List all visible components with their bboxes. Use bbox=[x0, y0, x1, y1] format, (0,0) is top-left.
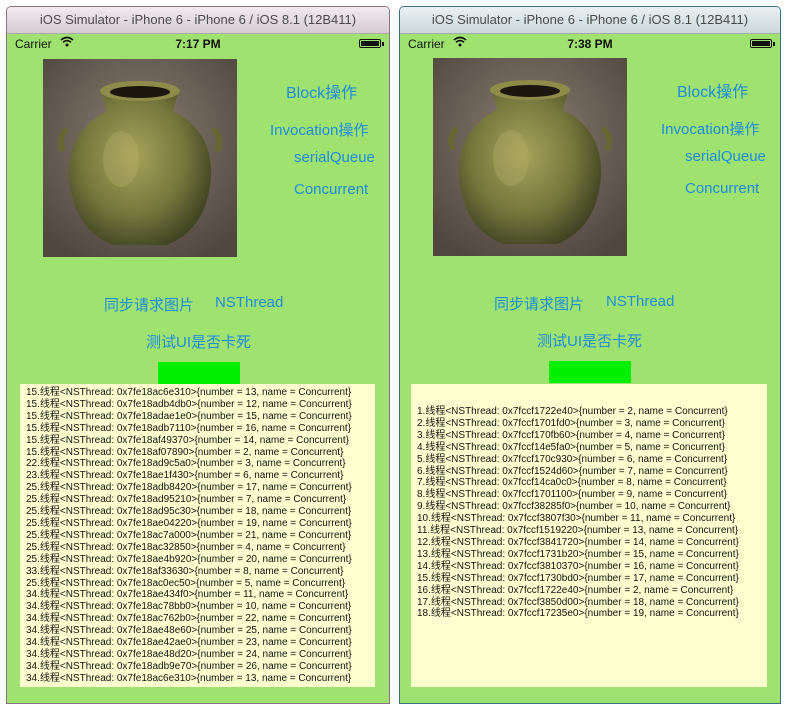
window-title: iOS Simulator - iPhone 6 - iPhone 6 / iO… bbox=[7, 7, 389, 34]
invocation-op-button[interactable]: Invocation操作 bbox=[661, 118, 759, 139]
nsthread-button[interactable]: NSThread bbox=[215, 294, 283, 311]
log-line: 25.线程<NSThread: 0x7fe18ac7a000>{number =… bbox=[26, 529, 352, 541]
log-line: 15.线程<NSThread: 0x7fe18af49370>{number =… bbox=[26, 434, 349, 446]
sync-image-request-button[interactable]: 同步请求图片 bbox=[494, 293, 584, 314]
log-line: 5.线程<NSThread: 0x7fccf170c930>{number = … bbox=[417, 453, 728, 465]
log-line: 11.线程<NSThread: 0x7fccf1519220>{number =… bbox=[417, 525, 739, 537]
invocation-op-button[interactable]: Invocation操作 bbox=[270, 119, 368, 140]
block-op-button[interactable]: Block操作 bbox=[286, 79, 357, 103]
log-line: 34.线程<NSThread: 0x7fe18ae48e60>{number =… bbox=[26, 625, 352, 637]
iphone-screen: Carrier 7:38 PM Block操作 Invocation操作 ser… bbox=[400, 34, 780, 703]
log-line: 2.线程<NSThread: 0x7fccf1701fd0>{number = … bbox=[417, 417, 725, 429]
battery-icon bbox=[750, 39, 775, 48]
log-line: 1.线程<NSThread: 0x7fccf1722e40>{number = … bbox=[417, 406, 728, 417]
log-line: 33.线程<NSThread: 0x7fe18af33630>{number =… bbox=[26, 565, 344, 577]
log-line: 34.线程<NSThread: 0x7fe18ae42ae0>{number =… bbox=[26, 637, 352, 649]
test-ui-frozen-button[interactable]: 测试UI是否卡死 bbox=[146, 331, 251, 352]
serial-queue-button[interactable]: serialQueue bbox=[294, 149, 375, 166]
status-bar: Carrier 7:38 PM bbox=[400, 34, 780, 54]
log-line: 6.线程<NSThread: 0x7fccf1524d60>{number = … bbox=[417, 465, 728, 477]
log-line: 25.线程<NSThread: 0x7fe18ac0ec50>{number =… bbox=[26, 577, 346, 589]
log-text-view[interactable]: 15.线程<NSThread: 0x7fe18ac6e310>{number =… bbox=[20, 384, 375, 687]
log-line: 34.线程<NSThread: 0x7fe18ae434f0>{number =… bbox=[26, 589, 349, 601]
serial-queue-button[interactable]: serialQueue bbox=[685, 148, 766, 165]
log-line: 16.线程<NSThread: 0x7fccf1722e40>{number =… bbox=[417, 584, 734, 596]
log-line: 15.线程<NSThread: 0x7fe18adb4db0>{number =… bbox=[26, 398, 352, 410]
simulator-window-right: iOS Simulator - iPhone 6 - iPhone 6 / iO… bbox=[399, 6, 781, 704]
log-line: 15.线程<NSThread: 0x7fe18adb7110>{number =… bbox=[26, 422, 352, 434]
log-line: 15.线程<NSThread: 0x7fccf1730bd0>{number =… bbox=[417, 572, 739, 584]
log-line: 25.线程<NSThread: 0x7fe18ad95210>{number =… bbox=[26, 494, 347, 506]
log-line: 18.线程<NSThread: 0x7fccf17235e0>{number =… bbox=[417, 608, 739, 620]
log-line: 4.线程<NSThread: 0x7fccf14e5fa0>{number = … bbox=[417, 441, 725, 453]
test-ui-frozen-button[interactable]: 测试UI是否卡死 bbox=[537, 330, 642, 351]
green-indicator-box bbox=[158, 362, 240, 384]
log-line: 25.线程<NSThread: 0x7fe18ad95c30>{number =… bbox=[26, 506, 352, 518]
status-bar: Carrier 7:17 PM bbox=[7, 34, 389, 54]
bronze-jar-photo bbox=[43, 59, 237, 257]
log-line: 22.线程<NSThread: 0x7fe18ad9c5a0>{number =… bbox=[26, 458, 346, 470]
log-text-view[interactable]: 1.线程<NSThread: 0x7fccf1722e40>{number = … bbox=[411, 384, 767, 687]
battery-icon bbox=[359, 39, 384, 48]
log-line: 34.线程<NSThread: 0x7fe18ac762b0>{number =… bbox=[26, 613, 352, 625]
log-line: 14.线程<NSThread: 0x7fccf3810370>{number =… bbox=[417, 560, 739, 572]
log-line: 34.线程<NSThread: 0x7fe18ac78bb0>{number =… bbox=[26, 601, 352, 613]
green-indicator-box bbox=[549, 361, 631, 383]
log-line: 23.线程<NSThread: 0x7fe18ae1f430>{number =… bbox=[26, 470, 344, 482]
log-line: 25.线程<NSThread: 0x7fe18ae4b920>{number =… bbox=[26, 553, 352, 565]
nsthread-button[interactable]: NSThread bbox=[606, 293, 674, 310]
sync-image-request-button[interactable]: 同步请求图片 bbox=[104, 294, 194, 315]
log-line: 13.线程<NSThread: 0x7fccf1731b20>{number =… bbox=[417, 548, 739, 560]
iphone-screen: Carrier 7:17 PM Block操作 Invocation操作 ser… bbox=[7, 34, 389, 703]
log-line: 15.线程<NSThread: 0x7fe18af07890>{number =… bbox=[26, 446, 344, 458]
log-line: 34.线程<NSThread: 0x7fe18adb9e70>{number =… bbox=[26, 660, 352, 672]
block-op-button[interactable]: Block操作 bbox=[677, 78, 748, 102]
log-line: 34.线程<NSThread: 0x7fe18ac6e310>{number =… bbox=[26, 672, 352, 684]
log-line: 3.线程<NSThread: 0x7fccf170fb60>{number = … bbox=[417, 429, 725, 441]
log-line: 34.线程<NSThread: 0x7fe18ae48d20>{number =… bbox=[26, 648, 352, 660]
bronze-jar-photo bbox=[433, 58, 627, 256]
log-line: 25.线程<NSThread: 0x7fe18adb8420>{number =… bbox=[26, 482, 352, 494]
status-time: 7:17 PM bbox=[175, 37, 221, 51]
status-time: 7:38 PM bbox=[567, 37, 613, 51]
log-line: 25.线程<NSThread: 0x7fe18ac32850>{number =… bbox=[26, 541, 346, 553]
log-line: 15.线程<NSThread: 0x7fe18ac6e310>{number =… bbox=[26, 387, 352, 398]
log-line: 8.线程<NSThread: 0x7fccf1701100>{number = … bbox=[417, 489, 727, 501]
window-title: iOS Simulator - iPhone 6 - iPhone 6 / iO… bbox=[400, 7, 780, 34]
simulator-window-left: iOS Simulator - iPhone 6 - iPhone 6 / iO… bbox=[6, 6, 390, 704]
log-line: 15.线程<NSThread: 0x7fe18adae1e0>{number =… bbox=[26, 410, 352, 422]
concurrent-button[interactable]: Concurrent bbox=[685, 180, 759, 197]
log-line: 7.线程<NSThread: 0x7fccf14ca0c0>{number = … bbox=[417, 477, 727, 489]
log-line: 12.线程<NSThread: 0x7fccf3841720>{number =… bbox=[417, 536, 739, 548]
log-line: 17.线程<NSThread: 0x7fccf3850d00>{number =… bbox=[417, 596, 739, 608]
log-line: 25.线程<NSThread: 0x7fe18ae04220>{number =… bbox=[26, 517, 352, 529]
concurrent-button[interactable]: Concurrent bbox=[294, 181, 368, 198]
log-line: 10.线程<NSThread: 0x7fccf3807f30>{number =… bbox=[417, 513, 736, 525]
log-line: 9.线程<NSThread: 0x7fccf38285f0>{number = … bbox=[417, 501, 731, 513]
